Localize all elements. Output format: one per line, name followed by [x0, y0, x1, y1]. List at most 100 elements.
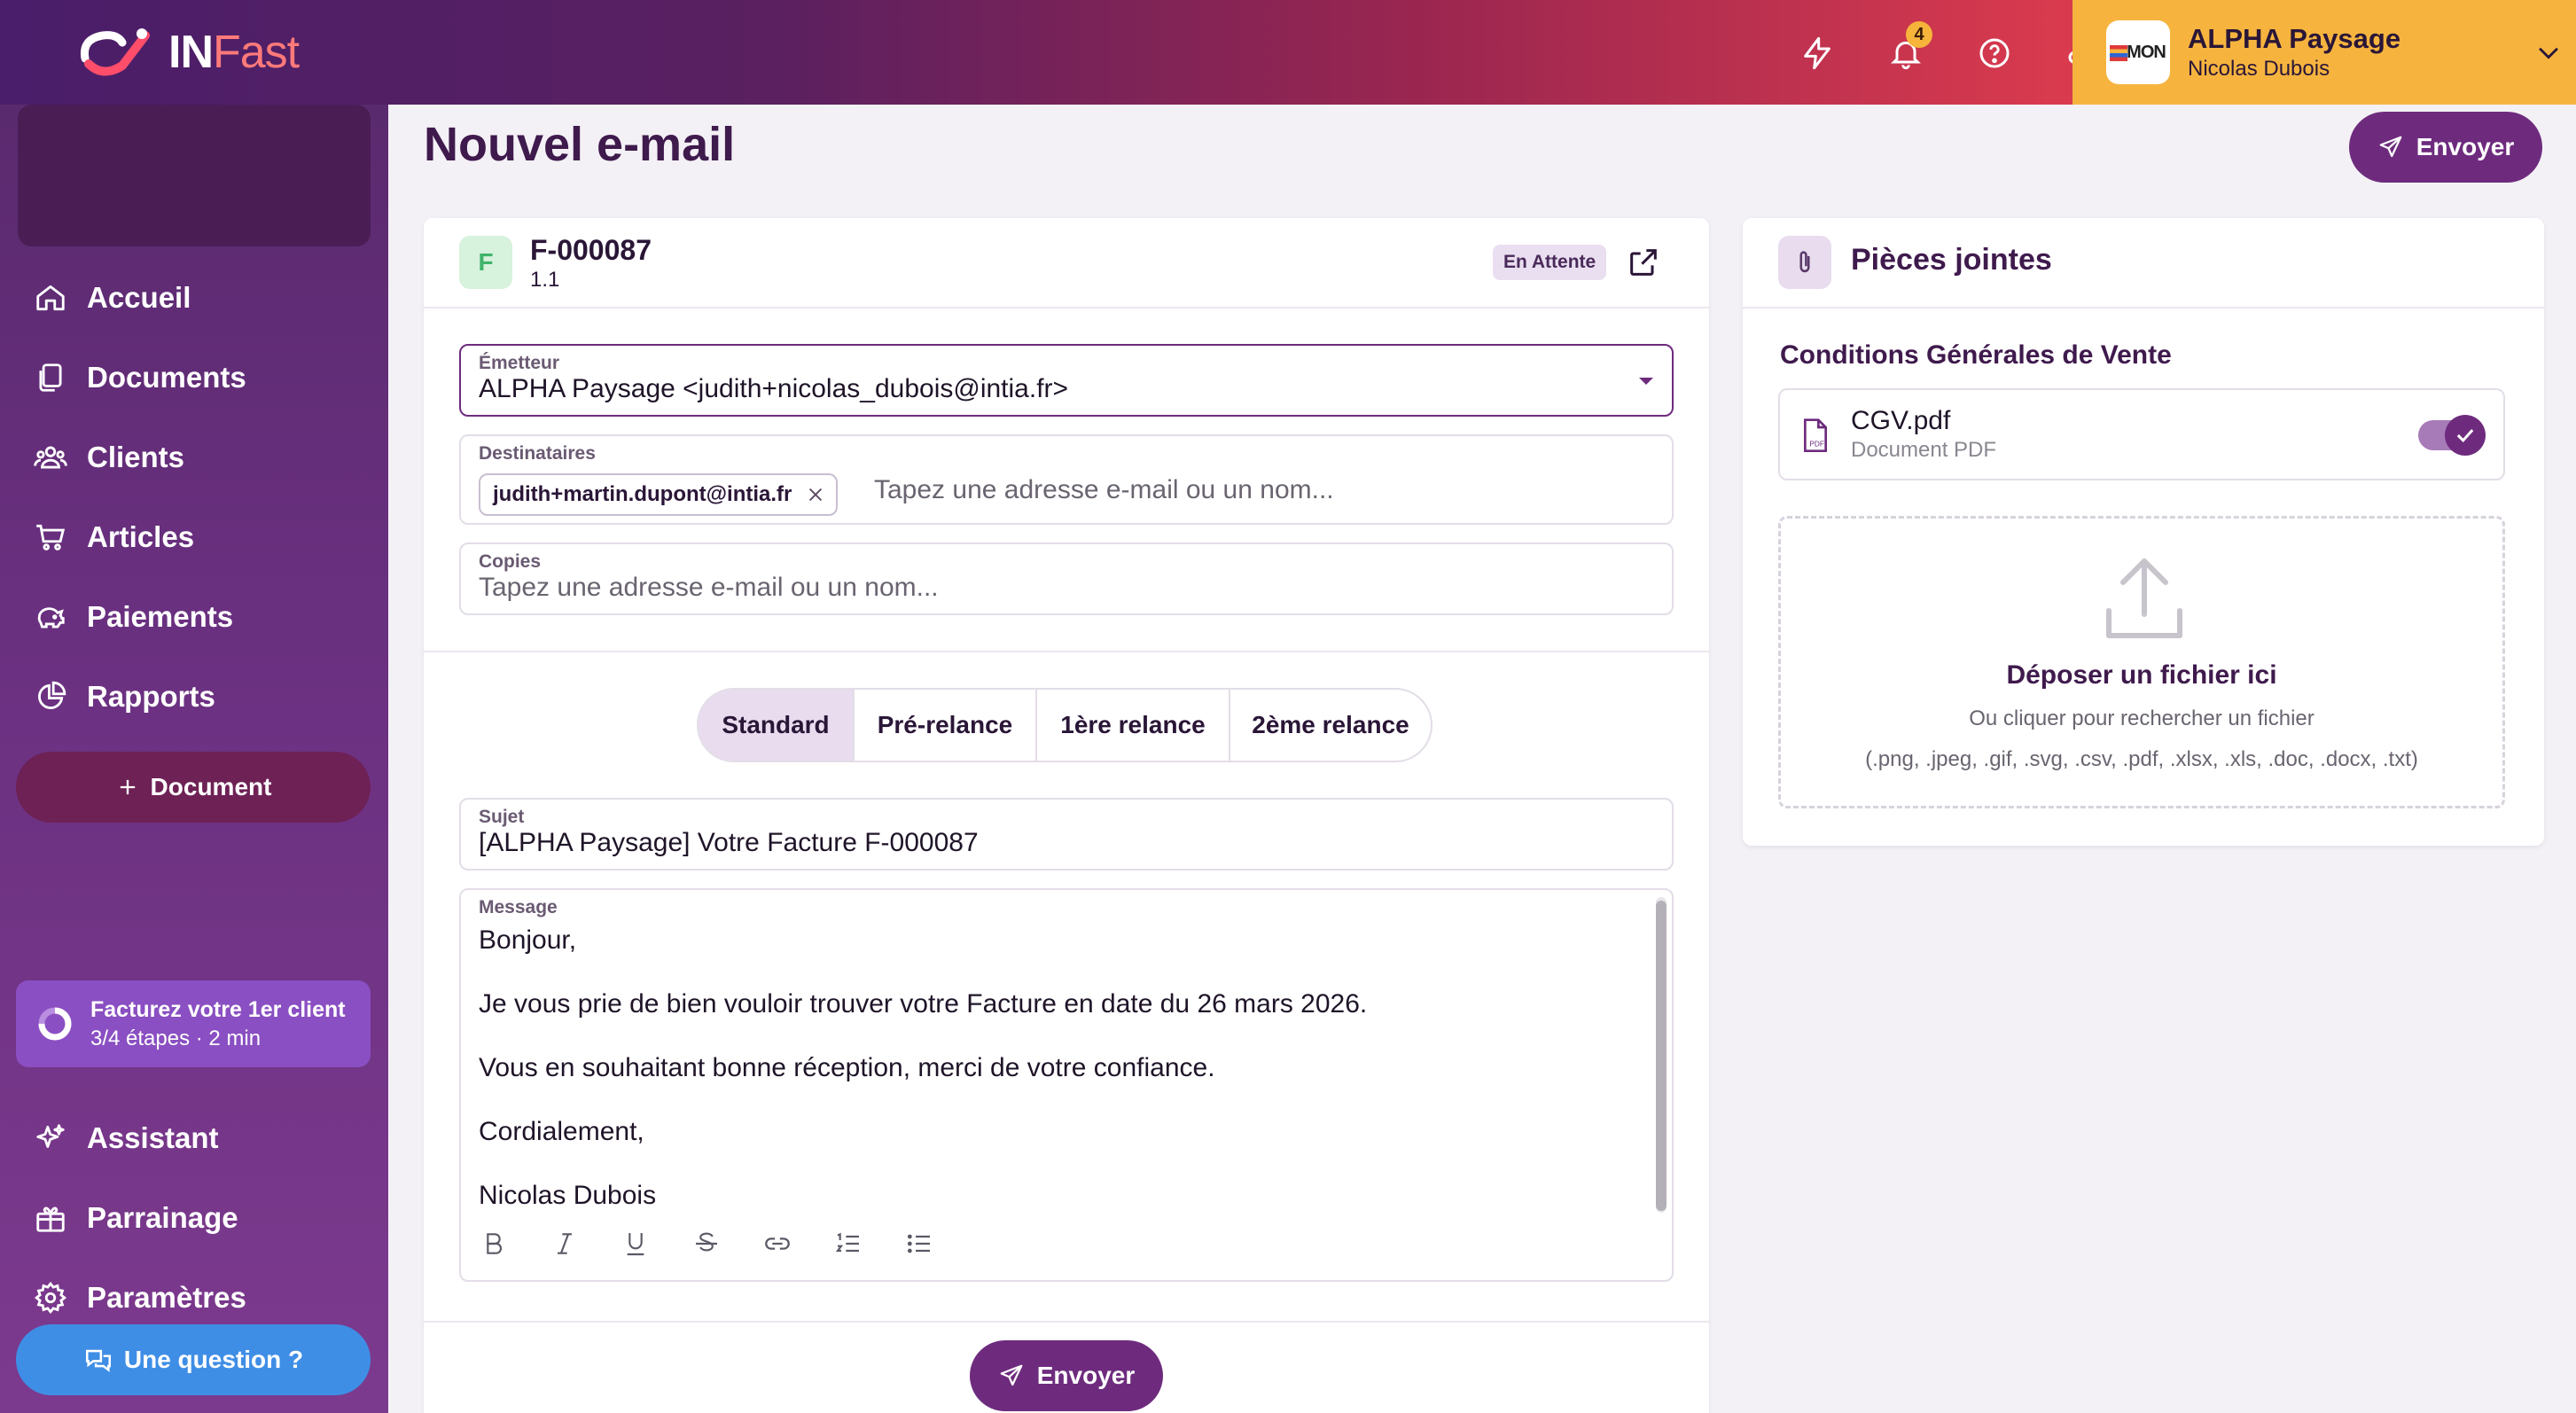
dropzone-extensions: (.png, .jpeg, .gif, .svg, .csv, .pdf, .x…: [1865, 747, 2418, 771]
status-badge: En Attente: [1493, 245, 1607, 280]
copies-label: Copies: [479, 551, 542, 572]
top-bar: INFast 4 MON ALPHA Paysage Nicolas Duboi…: [0, 0, 2576, 105]
message-line: Vous en souhaitant bonne réception, merc…: [479, 1053, 1215, 1082]
notification-count-badge: 4: [1906, 21, 1932, 48]
template-selector: Standard Pré-relance 1ère relance 2ème r…: [697, 688, 1432, 762]
close-icon[interactable]: [806, 485, 825, 504]
paperclip-icon: [1778, 236, 1831, 289]
copies-input[interactable]: Tapez une adresse e-mail ou un nom...: [479, 573, 939, 603]
template-tab-1ere-relance[interactable]: 1ère relance: [1037, 690, 1230, 761]
help-question-button[interactable]: Une question ?: [16, 1324, 371, 1395]
logo-text: INFast: [168, 27, 300, 78]
plus-icon: [120, 779, 135, 795]
subject-field[interactable]: Sujet [ALPHA Paysage] Votre Facture F-00…: [459, 798, 1674, 870]
sidebar-item-parrainage[interactable]: Parrainage: [34, 1191, 238, 1245]
help-icon[interactable]: [1968, 27, 2021, 80]
svg-text:PDF: PDF: [1809, 440, 1824, 449]
message-label: Message: [479, 897, 558, 917]
document-version: 1.1: [530, 268, 560, 292]
new-document-button[interactable]: Document: [16, 752, 371, 823]
message-editor[interactable]: Message Bonjour, Je vous prie de bien vo…: [459, 888, 1674, 1282]
pdf-file-icon: PDF: [1804, 418, 1827, 452]
chat-bubbles-icon: [85, 1349, 111, 1372]
document-type-badge: F: [459, 236, 512, 289]
app-logo[interactable]: INFast: [76, 21, 300, 83]
pie-chart-icon: [38, 681, 66, 709]
sidebar-item-paiements[interactable]: Paiements: [34, 590, 233, 644]
message-line: Nicolas Dubois: [479, 1181, 657, 1210]
sidebar-item-accueil[interactable]: Accueil: [34, 271, 191, 324]
attachments-header: Pièces jointes: [1743, 218, 2544, 308]
caret-down-icon: [1639, 378, 1653, 385]
formatting-toolbar: [477, 1227, 936, 1261]
sidebar-item-rapports[interactable]: Rapports: [34, 670, 215, 723]
sender-select[interactable]: Émetteur ALPHA Paysage <judith+nicolas_d…: [459, 344, 1674, 417]
subject-input[interactable]: [ALPHA Paysage] Votre Facture F-000087: [479, 828, 979, 858]
document-header: F F-000087 1.1 En Attente: [424, 218, 1709, 308]
piggy-bank-icon: [37, 607, 65, 628]
chevron-down-icon: [2539, 47, 2558, 59]
subject-label: Sujet: [479, 807, 525, 827]
sidebar-item-documents[interactable]: Documents: [34, 351, 246, 404]
template-tab-standard[interactable]: Standard: [699, 690, 855, 761]
document-number: F-000087: [530, 234, 652, 266]
upload-icon: [2106, 558, 2182, 638]
sidebar-item-articles[interactable]: Articles: [34, 511, 194, 564]
send-button-top[interactable]: Envoyer: [2349, 112, 2542, 183]
dropzone-subtitle: Ou cliquer pour rechercher un fichier: [1969, 706, 2314, 730]
ordered-list-icon[interactable]: [831, 1227, 865, 1261]
clients-icon: [34, 446, 67, 469]
send-icon: [2379, 136, 2402, 158]
file-name: CGV.pdf: [1851, 406, 1951, 435]
bold-icon[interactable]: [477, 1227, 511, 1261]
gift-icon: [36, 1206, 65, 1232]
notifications-bell-icon[interactable]: 4: [1879, 21, 1932, 80]
sidebar: Accueil Documents Clients Articles Paiem…: [0, 105, 388, 1413]
footer-divider: [424, 1321, 1709, 1323]
external-link-icon[interactable]: [1626, 245, 1661, 280]
attachments-title: Pièces jointes: [1851, 243, 2052, 277]
sparkles-icon: [36, 1124, 65, 1148]
sender-label: Émetteur: [479, 353, 560, 373]
documents-icon: [39, 363, 62, 392]
message-line: Je vous prie de bien vouloir trouver vot…: [479, 989, 1368, 1019]
company-switcher[interactable]: MON ALPHA Paysage Nicolas Dubois: [2073, 0, 2576, 105]
link-icon[interactable]: [761, 1227, 794, 1261]
attachments-card: Pièces jointes Conditions Générales de V…: [1743, 218, 2544, 846]
template-tab-2eme-relance[interactable]: 2ème relance: [1230, 690, 1431, 761]
strikethrough-icon[interactable]: [690, 1227, 723, 1261]
italic-icon[interactable]: [548, 1227, 582, 1261]
file-dropzone[interactable]: Déposer un fichier ici Ou cliquer pour r…: [1778, 516, 2505, 808]
recipient-chip[interactable]: judith+martin.dupont@intia.fr: [479, 473, 839, 516]
page-title: Nouvel e-mail: [424, 118, 736, 171]
onboarding-card[interactable]: Facturez votre 1er client 3/4 étapes · 2…: [16, 980, 371, 1067]
check-icon: [2456, 429, 2474, 443]
company-name: ALPHA Paysage: [2188, 23, 2401, 54]
template-tab-pre-relance[interactable]: Pré-relance: [855, 690, 1037, 761]
dropzone-title: Déposer un fichier ici: [2006, 660, 2277, 690]
send-icon: [1000, 1364, 1023, 1386]
progress-ring-icon: [38, 1007, 72, 1041]
bullet-list-icon[interactable]: [902, 1227, 936, 1261]
attachment-toggle[interactable]: [2418, 415, 2486, 456]
attachment-file-row: PDF CGV.pdf Document PDF: [1778, 388, 2505, 480]
send-button-bottom[interactable]: Envoyer: [970, 1340, 1163, 1411]
home-icon: [36, 285, 65, 311]
message-line: Bonjour,: [479, 925, 577, 955]
sidebar-item-assistant[interactable]: Assistant: [34, 1112, 219, 1165]
company-logo: MON: [2106, 20, 2170, 84]
user-name: Nicolas Dubois: [2188, 57, 2330, 81]
message-scrollbar[interactable]: [1656, 897, 1667, 1213]
section-divider: [424, 651, 1709, 652]
recipients-label: Destinataires: [479, 443, 596, 464]
message-line: Cordialement,: [479, 1117, 644, 1146]
file-type: Document PDF: [1851, 438, 1997, 462]
recipients-field[interactable]: Destinataires judith+martin.dupont@intia…: [459, 434, 1674, 525]
sidebar-item-clients[interactable]: Clients: [34, 431, 184, 484]
copies-field[interactable]: Copies Tapez une adresse e-mail ou un no…: [459, 543, 1674, 615]
recipients-input[interactable]: Tapez une adresse e-mail ou un nom...: [874, 475, 1334, 505]
cart-icon: [36, 524, 66, 550]
sidebar-item-parametres[interactable]: Paramètres: [34, 1271, 246, 1324]
lightning-icon[interactable]: [1791, 27, 1844, 80]
underline-icon[interactable]: [619, 1227, 652, 1261]
